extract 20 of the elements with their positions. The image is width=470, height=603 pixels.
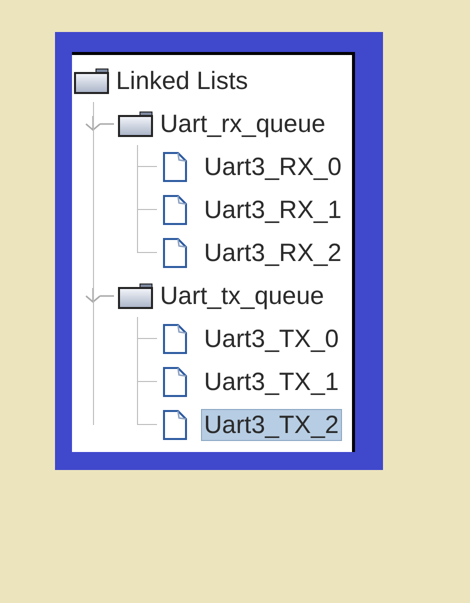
tree-item[interactable]: Uart_tx_queue bbox=[158, 280, 326, 310]
tree-item[interactable]: Uart3_RX_2 bbox=[202, 238, 344, 268]
file-icon bbox=[162, 152, 188, 182]
expanded-arrow-icon[interactable] bbox=[84, 288, 114, 304]
tree-item[interactable]: Linked Lists bbox=[114, 66, 250, 96]
file-icon bbox=[162, 410, 188, 440]
tree-item[interactable]: Uart3_RX_0 bbox=[202, 152, 344, 182]
tree-item[interactable]: Uart_rx_queue bbox=[158, 108, 328, 138]
file-icon bbox=[162, 324, 188, 354]
tree-item[interactable]: Uart3_TX_1 bbox=[202, 366, 341, 396]
tree-item[interactable]: Uart3_RX_1 bbox=[202, 194, 344, 224]
expanded-arrow-icon[interactable] bbox=[84, 116, 114, 132]
folder-icon bbox=[118, 110, 154, 136]
folder-icon bbox=[118, 282, 154, 308]
file-icon bbox=[162, 194, 188, 224]
file-icon bbox=[162, 238, 188, 268]
tree-item[interactable]: Uart3_TX_2 bbox=[202, 410, 341, 440]
file-icon bbox=[162, 366, 188, 396]
tree-item[interactable]: Uart3_TX_0 bbox=[202, 324, 341, 354]
folder-icon bbox=[74, 68, 110, 94]
